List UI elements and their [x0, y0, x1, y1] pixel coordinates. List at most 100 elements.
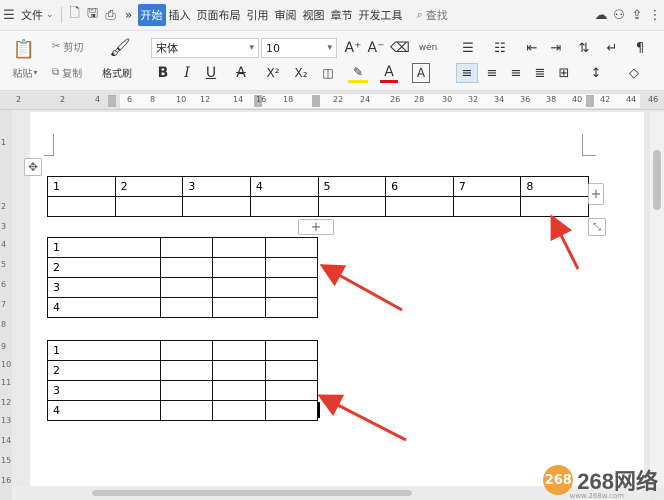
search-button[interactable]: ⌕ 查找: [414, 4, 451, 26]
italic-button[interactable]: I: [178, 63, 196, 83]
search-label: 查找: [425, 9, 448, 22]
new-doc-icon[interactable]: 🗋: [66, 4, 84, 26]
vertical-ruler[interactable]: 1 2 3 4 5 6 7 8 9 10 11 12 13 14 15 16: [0, 110, 12, 500]
bold-button[interactable]: B: [154, 63, 172, 83]
tab-view[interactable]: 视图: [300, 4, 328, 26]
highlight-icon[interactable]: ✎: [348, 63, 368, 83]
format-painter-icon[interactable]: 🖌: [109, 36, 131, 60]
ruler-tick: 2: [60, 95, 66, 104]
strikethrough-button[interactable]: A: [232, 63, 250, 83]
increase-indent-icon[interactable]: ⇥: [546, 39, 566, 57]
ruler-margin-marker[interactable]: [586, 95, 594, 107]
watermark-logo: 268: [543, 465, 574, 495]
paste-button[interactable]: 粘贴 ▾: [8, 65, 42, 80]
export-icon[interactable]: ⎙: [102, 4, 120, 26]
decrease-indent-icon[interactable]: ⇤: [522, 39, 542, 57]
app-window: ☰ 文件 ⌄ 🗋 🖫 ⎙ » 开始 插入 页面布局 引用 审阅 视图 章节 开发工…: [0, 0, 664, 500]
justify-icon[interactable]: ≣: [530, 63, 550, 83]
ruler-margin-marker[interactable]: [108, 95, 116, 107]
ruler-tick: 9: [1, 342, 7, 351]
horizontal-ruler[interactable]: 2 2 4 6 8 10 12 14 16 18 22 24 26 28 30 …: [0, 92, 664, 110]
copy-icon: ⧉: [52, 66, 60, 78]
align-right-icon[interactable]: ≡: [506, 63, 526, 83]
tab-insert[interactable]: 插入: [166, 4, 194, 26]
hamburger-menu-icon[interactable]: ☰: [0, 4, 18, 26]
file-menu-label: 文件: [21, 9, 43, 22]
ruler-margin-marker[interactable]: [312, 95, 320, 107]
tab-references[interactable]: 引用: [244, 4, 272, 26]
cloud-sync-icon[interactable]: ☁: [592, 4, 610, 26]
align-left-icon[interactable]: ≡: [456, 63, 478, 83]
line-break-icon[interactable]: ↵: [602, 39, 622, 57]
shading-icon[interactable]: ◇: [622, 63, 646, 83]
horizontal-scroll-thumb[interactable]: [92, 490, 412, 496]
bullet-list-icon[interactable]: ☰: [458, 39, 478, 57]
scissors-icon: ✂: [52, 40, 61, 52]
char-border-icon[interactable]: A: [412, 63, 430, 83]
ruler-tick: 14: [233, 95, 244, 104]
cut-button[interactable]: ✂ 剪切: [52, 39, 84, 54]
ruler-tick: 44: [626, 95, 637, 104]
paste-icon[interactable]: 📋: [12, 37, 36, 61]
font-size-select[interactable]: 10 ▾: [261, 38, 337, 58]
grow-font-button[interactable]: A⁺: [343, 39, 363, 57]
ruler-tick: 12: [200, 95, 211, 104]
show-marks-icon[interactable]: ¶: [630, 39, 650, 57]
ruler-text-area: [120, 94, 640, 108]
char-shading-icon[interactable]: ◫: [318, 63, 338, 83]
copy-label: 复制: [62, 68, 83, 80]
copy-button[interactable]: ⧉ 复制: [52, 65, 83, 80]
ribbon-toolbar: 📋 粘贴 ▾ ✂ 剪切 ⧉ 复制 🖌 格式刷 宋体 ▾ 10 ▾ A⁺ A⁻ ⌫ wén …: [0, 31, 664, 91]
search-icon: ⌕: [416, 8, 423, 21]
cut-label: 剪切: [63, 42, 84, 54]
ruler-tick: 15: [1, 456, 12, 465]
ruler-tick: 2: [1, 202, 7, 211]
tab-start[interactable]: 开始: [137, 4, 166, 26]
font-color-button[interactable]: A: [380, 63, 398, 83]
menu-bar: ☰ 文件 ⌄ 🗋 🖫 ⎙ » 开始 插入 页面布局 引用 审阅 视图 章节 开发工…: [0, 0, 664, 31]
ruler-tick: 3: [1, 222, 7, 231]
vertical-scroll-thumb[interactable]: [653, 150, 661, 210]
arrow-to-top-table: [550, 214, 580, 270]
ruler-tick: 16: [1, 476, 12, 485]
file-menu[interactable]: 文件 ⌄: [18, 4, 57, 26]
ruler-tick: 22: [333, 95, 344, 104]
subscript-button[interactable]: X₂: [290, 63, 312, 83]
pinyin-button[interactable]: wén: [414, 39, 442, 57]
annotation-arrows: [317, 214, 580, 442]
more-icon[interactable]: ⋮: [646, 4, 664, 26]
text-direction-icon[interactable]: ⇅: [574, 39, 594, 57]
tab-section[interactable]: 章节: [328, 4, 356, 26]
numbered-list-icon[interactable]: ☷: [490, 39, 510, 57]
ruler-tick: 26: [390, 95, 401, 104]
ruler-tick: 5: [1, 260, 7, 269]
paste-label: 粘贴: [12, 68, 33, 80]
underline-button[interactable]: U: [202, 63, 220, 83]
ruler-tick: 12: [1, 398, 12, 407]
distribute-icon[interactable]: ⊞: [554, 63, 574, 83]
shrink-font-button[interactable]: A⁻: [366, 39, 386, 57]
font-name-select[interactable]: 宋体 ▾: [151, 38, 259, 58]
tab-page-layout[interactable]: 页面布局: [194, 4, 244, 26]
save-icon[interactable]: 🖫: [84, 4, 102, 26]
tab-review[interactable]: 审阅: [272, 4, 300, 26]
tab-developer[interactable]: 开发工具: [356, 4, 406, 26]
vertical-scrollbar[interactable]: [650, 112, 664, 488]
font-size-value: 10: [266, 41, 280, 55]
ruler-tick: 18: [283, 95, 294, 104]
ruler-tick: 8: [1, 320, 7, 329]
document-page[interactable]: ✥ 1 2 3 4 5 6 7 8 + + ⤡ 1 2 3 4 1 2 3 4: [24, 112, 644, 500]
ruler-tick: 6: [127, 95, 133, 104]
format-painter-button[interactable]: 格式刷: [102, 65, 132, 80]
upload-icon[interactable]: ⇪: [628, 4, 646, 26]
ruler-tick: 1: [1, 138, 7, 147]
align-center-icon[interactable]: ≡: [482, 63, 502, 83]
ruler-tick: 10: [1, 360, 12, 369]
ruler-tick: 46: [648, 95, 659, 104]
line-spacing-icon[interactable]: ↕: [584, 63, 608, 83]
superscript-button[interactable]: X²: [262, 63, 284, 83]
more-chevron-icon[interactable]: »: [120, 4, 138, 26]
share-user-icon[interactable]: ⚇: [610, 4, 628, 26]
clear-format-icon[interactable]: ⌫: [390, 39, 410, 57]
ruler-tick: 6: [1, 280, 7, 289]
